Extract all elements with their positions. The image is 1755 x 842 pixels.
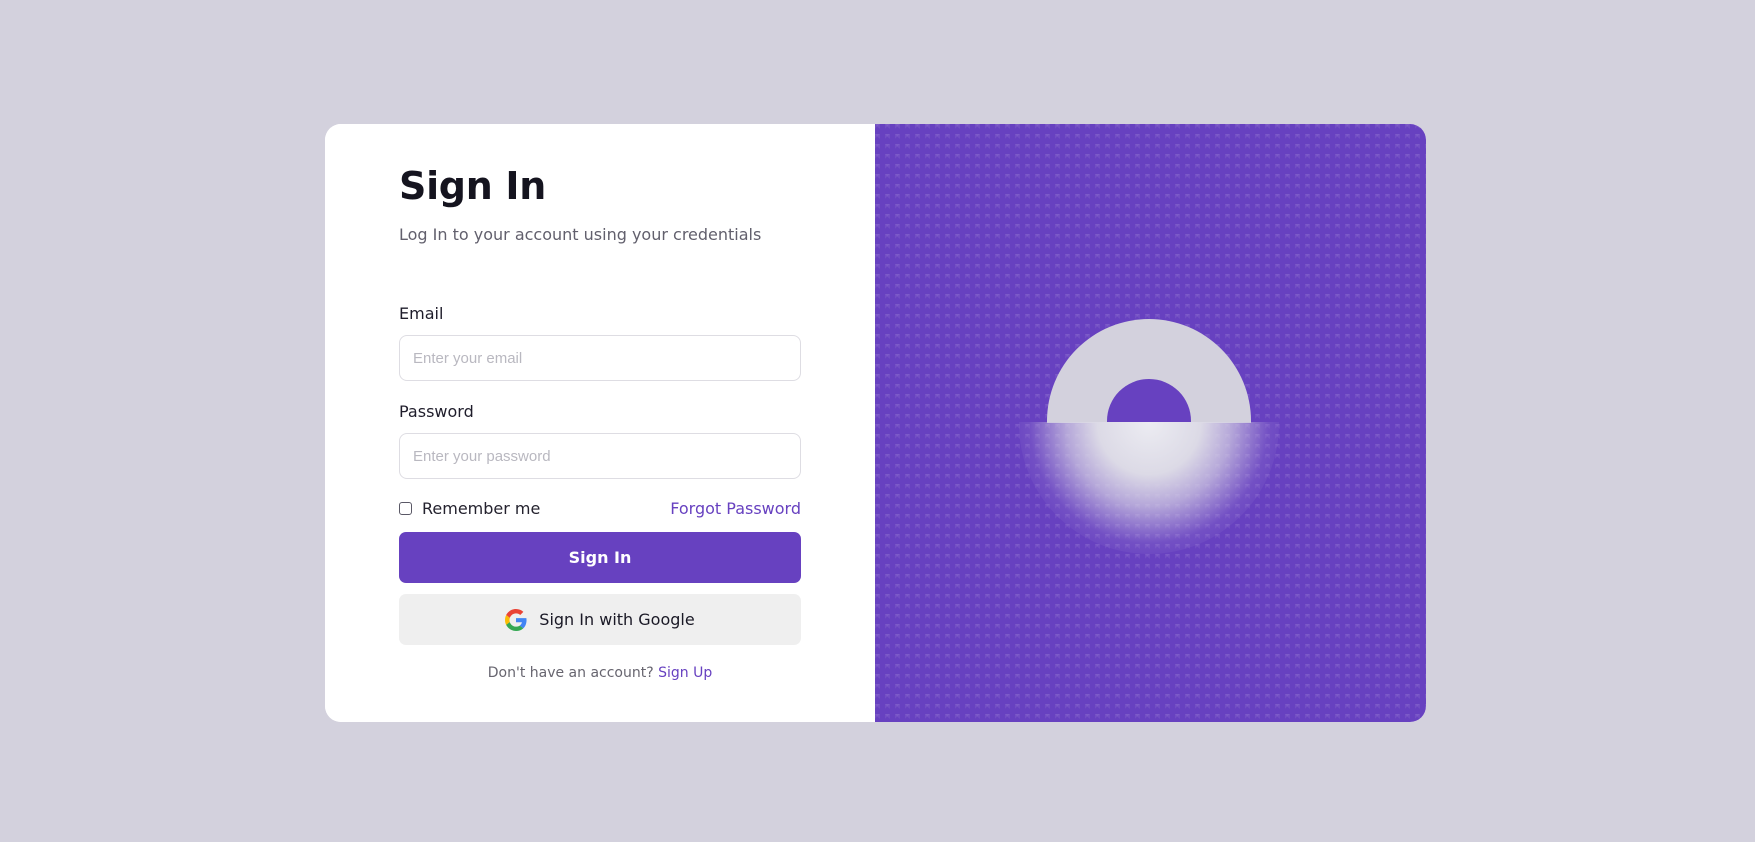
signin-card: Sign In Log In to your account using you… (325, 124, 1426, 722)
lock-shackle-hole (1107, 379, 1191, 423)
remember-me-checkbox-row[interactable]: Remember me (399, 499, 540, 518)
remember-me-label: Remember me (422, 499, 541, 518)
page-subtitle: Log In to your account using your creden… (399, 225, 762, 244)
google-button-label: Sign In with Google (539, 610, 695, 629)
illustration-panel (875, 124, 1426, 722)
google-sign-in-button[interactable]: Sign In with Google (399, 594, 801, 645)
signin-form-panel: Sign In Log In to your account using you… (325, 124, 875, 722)
remember-me-checkbox[interactable] (399, 502, 412, 515)
signup-prompt: Don't have an account? (487, 665, 654, 681)
google-icon (505, 608, 527, 631)
sign-up-link[interactable]: Sign Up (658, 665, 712, 681)
page-title: Sign In (399, 164, 546, 208)
lock-icon (1047, 319, 1251, 423)
email-field[interactable] (399, 335, 801, 381)
password-field[interactable] (399, 433, 801, 479)
signup-prompt-row: Don't have an account? Sign Up (399, 665, 801, 681)
email-label: Email (399, 304, 444, 323)
lock-body-glow (1019, 422, 1279, 554)
password-label: Password (399, 402, 474, 421)
forgot-password-link[interactable]: Forgot Password (670, 499, 801, 518)
sign-in-button[interactable]: Sign In (399, 532, 801, 583)
